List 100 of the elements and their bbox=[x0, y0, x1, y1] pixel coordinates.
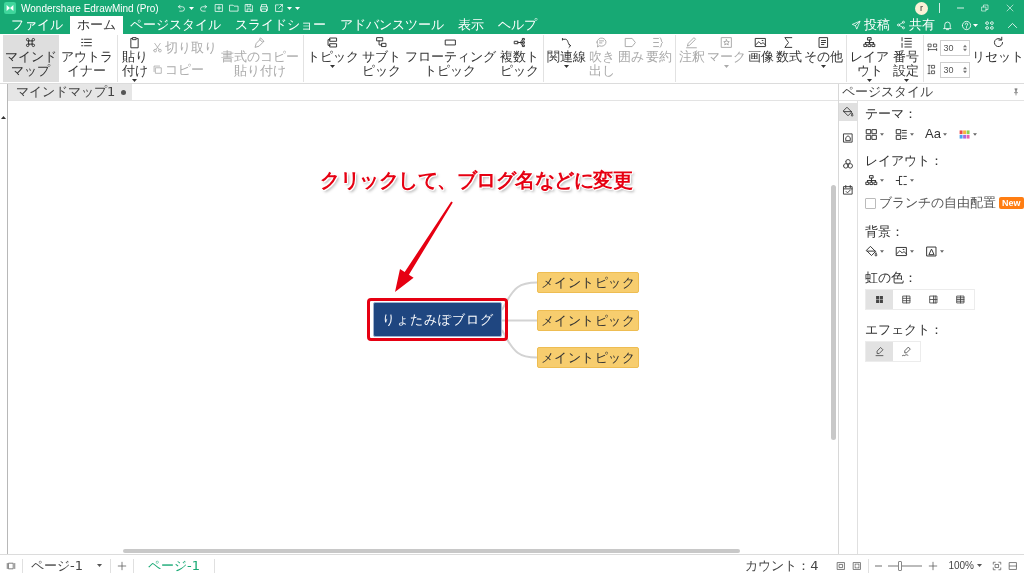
document-icon bbox=[816, 36, 830, 49]
annotation-text: クリックして、ブログ名などに変更 bbox=[320, 167, 632, 194]
ribbon-button[interactable]: 貼り付け bbox=[119, 35, 150, 82]
dropdown-button[interactable] bbox=[865, 245, 884, 258]
plus-icon[interactable] bbox=[116, 560, 127, 571]
ribbon-button[interactable]: 番号設定 bbox=[891, 35, 922, 82]
scissors-icon bbox=[151, 42, 163, 53]
segment-option[interactable] bbox=[866, 290, 893, 309]
org-chart-icon bbox=[863, 36, 877, 49]
grid-icon[interactable] bbox=[984, 19, 995, 31]
scrollbar[interactable] bbox=[123, 549, 740, 553]
sigma-icon bbox=[782, 36, 795, 49]
dropdown-button[interactable] bbox=[895, 245, 914, 258]
topic-icon bbox=[326, 36, 340, 49]
ribbon-button[interactable]: レイアウト bbox=[848, 35, 892, 82]
segment-option[interactable] bbox=[866, 342, 893, 361]
number-field[interactable]: 30 bbox=[940, 39, 971, 56]
main-topic[interactable]: メイントピック bbox=[537, 310, 639, 331]
ribbon-button[interactable]: 数式 bbox=[774, 35, 803, 82]
grid-pattern-icon bbox=[901, 294, 912, 305]
panel-tab[interactable] bbox=[839, 103, 857, 121]
grid-list-icon bbox=[895, 127, 908, 141]
ribbon-button[interactable]: 複数トピック bbox=[497, 35, 541, 82]
ribbon-button[interactable]: 画像 bbox=[746, 35, 775, 82]
ribbon-button[interactable]: その他 bbox=[802, 35, 844, 82]
scrollbar[interactable] bbox=[831, 185, 836, 440]
main-topic[interactable]: メイントピック bbox=[537, 272, 639, 293]
ribbon-button[interactable]: トピック bbox=[305, 35, 360, 82]
caret-down-icon bbox=[96, 564, 102, 567]
restore-icon[interactable] bbox=[981, 4, 989, 12]
document-tab[interactable]: マインドマップ1 bbox=[8, 84, 133, 100]
tag-shape-icon bbox=[624, 36, 637, 49]
caret-down-icon bbox=[977, 564, 982, 567]
grid-pattern-icon bbox=[874, 294, 885, 305]
org-chart-icon bbox=[865, 174, 878, 187]
marker-pen-icon bbox=[874, 346, 885, 357]
framed-house-icon bbox=[842, 132, 854, 144]
dropdown-button[interactable] bbox=[895, 174, 914, 187]
printer-icon[interactable] bbox=[258, 3, 269, 13]
image-icon bbox=[895, 245, 908, 258]
caret-down-icon[interactable] bbox=[188, 6, 194, 10]
caret-down-icon[interactable] bbox=[973, 23, 978, 27]
plus-icon[interactable] bbox=[928, 560, 939, 571]
list-icon bbox=[80, 36, 94, 49]
ribbon-button[interactable]: アウトライナー bbox=[58, 35, 115, 82]
redo-icon[interactable] bbox=[198, 3, 209, 13]
fullscreen-icon[interactable] bbox=[852, 560, 863, 571]
section-label: エフェクト： bbox=[865, 322, 943, 337]
dropdown-button[interactable] bbox=[925, 245, 944, 258]
subtopic-icon bbox=[374, 36, 388, 49]
ribbon-button[interactable]: 関連線 bbox=[545, 35, 587, 82]
ribbon-button[interactable]: フローティングトピック bbox=[402, 35, 498, 82]
main-topic[interactable]: メイントピック bbox=[537, 347, 639, 368]
avatar-icon[interactable]: r bbox=[915, 1, 928, 15]
window-title: Wondershare EdrawMind (Pro) bbox=[21, 2, 159, 14]
folder-icon[interactable] bbox=[228, 3, 239, 13]
dropdown-button[interactable]: Aa bbox=[925, 127, 947, 141]
ribbon-button[interactable]: サブトピック bbox=[359, 35, 403, 82]
checkbox-label: ブランチの自由配置 bbox=[879, 194, 996, 212]
minus-icon[interactable] bbox=[875, 564, 883, 567]
page-view-icon[interactable] bbox=[6, 560, 16, 571]
bell-icon[interactable] bbox=[942, 19, 953, 31]
fit-page-icon[interactable] bbox=[836, 560, 847, 571]
grid-pattern-icon bbox=[928, 294, 939, 305]
undo-icon[interactable] bbox=[175, 3, 186, 13]
frame-corners-icon[interactable] bbox=[992, 560, 1002, 571]
central-topic[interactable]: りょたみぽブログ bbox=[373, 302, 502, 337]
calendar-check-icon bbox=[842, 184, 854, 196]
ribbon-button[interactable]: リセット bbox=[971, 35, 1024, 82]
color-swatches-icon bbox=[957, 127, 971, 141]
dropdown-button[interactable] bbox=[865, 174, 884, 187]
dropdown-button[interactable] bbox=[895, 127, 914, 141]
branch-nodes-icon bbox=[512, 36, 526, 49]
curved-arrow-icon bbox=[559, 36, 573, 49]
dropdown-button[interactable] bbox=[865, 127, 884, 141]
export-icon[interactable] bbox=[273, 3, 284, 13]
connector-line bbox=[501, 329, 538, 359]
panel-title: ページスタイル bbox=[842, 83, 933, 101]
paint-bucket-icon bbox=[865, 245, 878, 258]
paper-plane-icon bbox=[851, 20, 861, 30]
grid-pattern-icon bbox=[955, 294, 966, 305]
star-icon bbox=[719, 36, 733, 49]
slider-thumb[interactable] bbox=[897, 560, 902, 571]
new-badge: New bbox=[999, 197, 1024, 209]
spin-arrows-icon bbox=[963, 65, 968, 74]
copy-icon bbox=[151, 64, 163, 75]
page-dropdown[interactable]: ページ-1 bbox=[29, 556, 104, 575]
pin-icon[interactable] bbox=[1012, 88, 1020, 96]
split-panel-icon[interactable] bbox=[1008, 560, 1018, 571]
number-field[interactable]: 30 bbox=[940, 61, 971, 78]
pen-squiggle-icon bbox=[901, 346, 912, 357]
ribbon-button[interactable]: マインドマップ bbox=[3, 35, 59, 82]
checkbox[interactable] bbox=[865, 197, 876, 209]
count-text: カウント：4 bbox=[745, 556, 819, 575]
menu-tab[interactable]: ホーム bbox=[70, 16, 123, 34]
horizontal-spacing-icon bbox=[927, 42, 939, 53]
close-icon[interactable] bbox=[1006, 4, 1014, 12]
help-icon[interactable] bbox=[961, 19, 972, 31]
zoom-dropdown[interactable]: 100% bbox=[944, 560, 986, 571]
caret-up-icon[interactable] bbox=[1, 116, 6, 119]
